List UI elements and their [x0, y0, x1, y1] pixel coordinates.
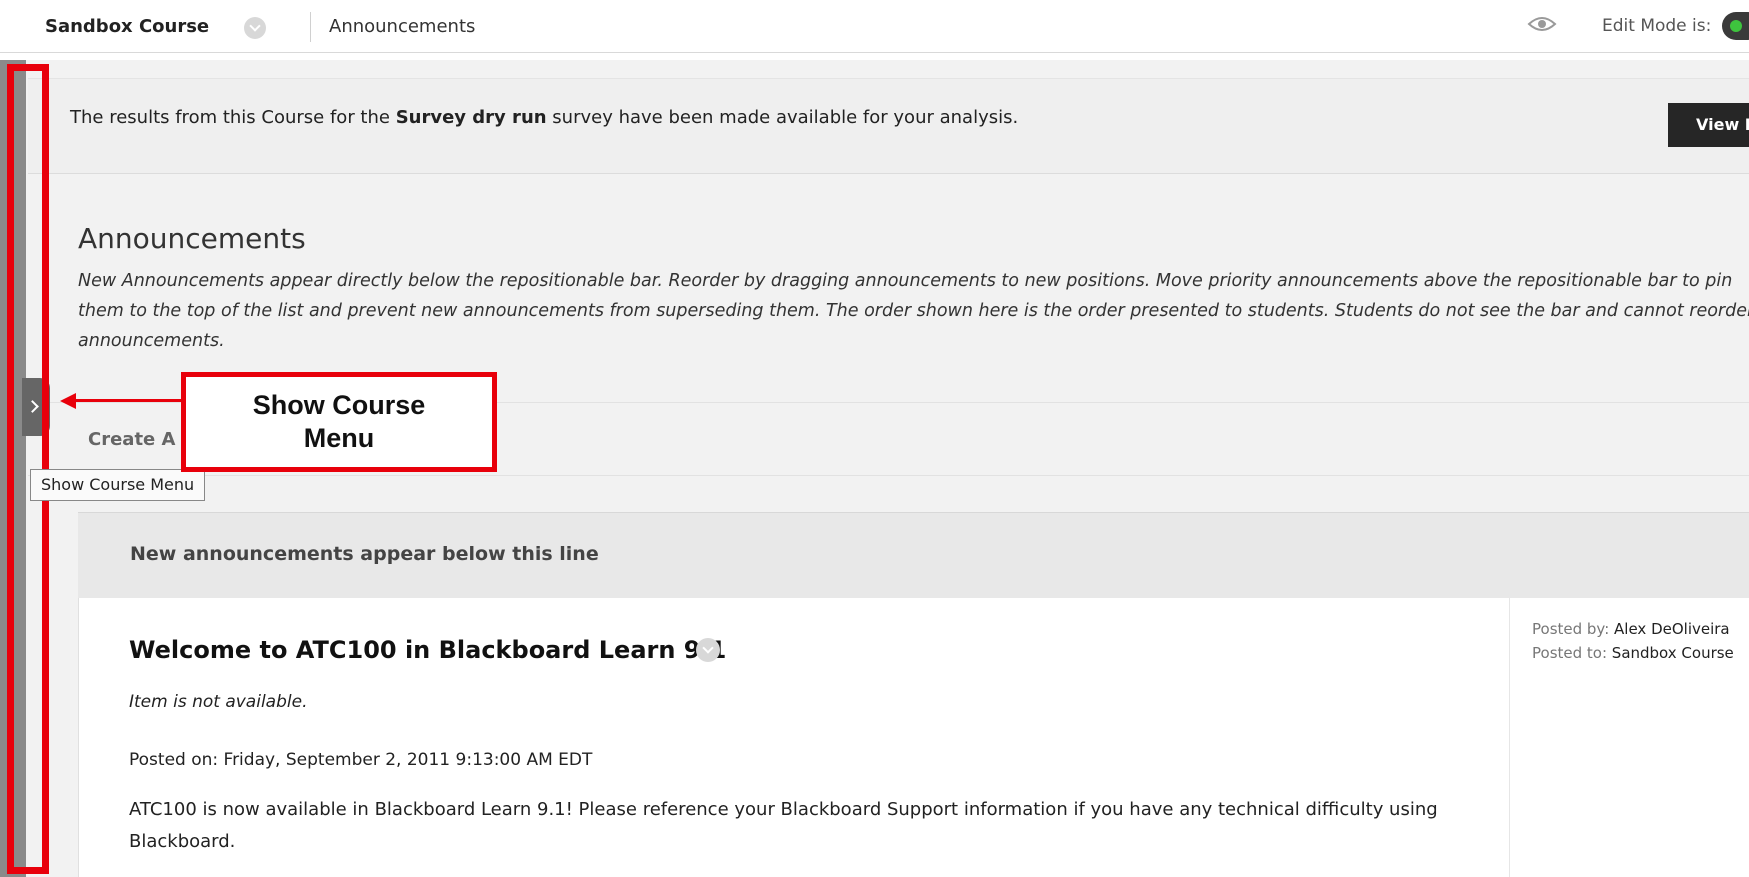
edit-mode-toggle[interactable]: [1722, 12, 1749, 40]
show-course-menu-tooltip: Show Course Menu: [30, 469, 206, 501]
banner-text-start: The results from this Course for the: [70, 107, 396, 128]
view-results-button[interactable]: View Res: [1668, 103, 1749, 147]
posted-to-course: Sandbox Course: [1611, 644, 1734, 662]
chevron-down-icon[interactable]: [244, 17, 266, 39]
breadcrumb: Announcements: [329, 16, 476, 37]
posted-by: Posted by: Alex DeOliveira: [1532, 620, 1730, 638]
top-bar: Sandbox Course Announcements Edit Mode i…: [0, 0, 1749, 53]
posted-by-label: Posted by:: [1532, 620, 1615, 638]
banner-message: The results from this Course for the Sur…: [70, 107, 1018, 128]
callout-text: Show Course Menu: [186, 377, 492, 455]
posted-by-name: Alex DeOliveira: [1614, 620, 1730, 638]
repositionable-bar-label: New announcements appear below this line: [130, 543, 599, 565]
announcement-content: Welcome to ATC100 in Blackboard Learn 9.…: [79, 598, 1509, 877]
edit-mode-label: Edit Mode is:: [1602, 16, 1712, 36]
breadcrumb-divider: [310, 12, 311, 42]
callout-arrow-line: [74, 399, 182, 402]
callout-line-2: Menu: [303, 423, 375, 453]
posted-to-label: Posted to:: [1532, 644, 1612, 662]
banner-text-end: survey have been made available for your…: [546, 107, 1019, 128]
toggle-on-indicator: [1730, 20, 1742, 32]
announcement-meta: Posted by: Alex DeOliveira Posted to: Sa…: [1509, 598, 1749, 877]
posted-on-date: Posted on: Friday, September 2, 2011 9:1…: [129, 750, 593, 770]
course-title[interactable]: Sandbox Course: [45, 16, 209, 37]
survey-name: Survey dry run: [395, 107, 547, 128]
callout-line-1: Show Course: [252, 390, 426, 420]
repositionable-bar[interactable]: New announcements appear below this line: [78, 512, 1749, 600]
posted-to: Posted to: Sandbox Course: [1532, 644, 1734, 662]
availability-status: Item is not available.: [129, 692, 308, 712]
announcement-body: ATC100 is now available in Blackboard Le…: [129, 799, 1438, 852]
create-announcement-button[interactable]: Create A: [88, 429, 175, 450]
survey-results-banner: The results from this Course for the Sur…: [28, 78, 1749, 174]
page-title: Announcements: [78, 222, 306, 255]
announcement-title[interactable]: Welcome to ATC100 in Blackboard Learn 9.…: [129, 636, 726, 664]
announcement-item[interactable]: Welcome to ATC100 in Blackboard Learn 9.…: [78, 598, 1749, 877]
callout-box: Show Course Menu: [181, 372, 497, 472]
chevron-down-icon[interactable]: [696, 638, 720, 662]
page-instructions: New Announcements appear directly below …: [78, 271, 1749, 351]
student-preview-eye-icon[interactable]: [1526, 12, 1558, 36]
